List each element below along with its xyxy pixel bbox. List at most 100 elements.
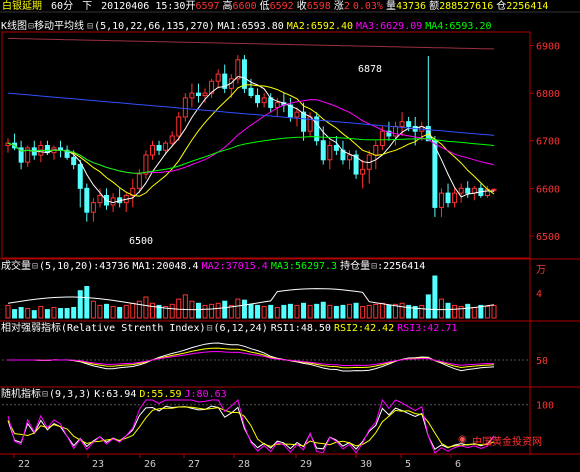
x-tick-label: 23 (92, 459, 104, 470)
volume-bar (117, 307, 123, 319)
vol-indicator-name[interactable]: 成交量 (1, 261, 31, 272)
x-tick-label: 6 (455, 459, 461, 470)
collapse-box-icon[interactable]: ⊟ (32, 261, 38, 272)
rsi-indicator-name[interactable]: 相对强弱指标(Relative Strenth Index) (1, 323, 206, 334)
x-tick-label: 27 (188, 459, 200, 470)
volume-bar (386, 304, 392, 319)
oi-indicator-value: :2256414 (377, 261, 426, 272)
candle-body (195, 92, 201, 97)
rsi3-value: 42.71 (427, 323, 458, 334)
kdj-indicator-name[interactable]: 随机指标 (1, 389, 41, 400)
candle-body (399, 121, 405, 127)
volume-bar (5, 304, 11, 319)
volume-bar (307, 304, 313, 319)
volume-bar (327, 304, 333, 319)
y-tick-label: 6600 (536, 184, 560, 195)
volume-bar (51, 307, 57, 319)
volume-bar (18, 307, 24, 319)
volume-bar (353, 302, 359, 319)
candle-body (274, 102, 280, 108)
rsi-tick-label: 50 (536, 356, 548, 367)
candle-body (333, 145, 339, 151)
volume-bar (215, 302, 221, 319)
candle-body (392, 125, 398, 137)
watermark-logo-icon: ◉ (458, 434, 467, 445)
volume-bar (195, 302, 201, 319)
candle-body (241, 59, 247, 89)
candle-body (189, 92, 195, 99)
volume-bar (136, 300, 142, 319)
volume-bar (169, 303, 175, 319)
vol-ma1-label: MA1: (132, 261, 157, 272)
rsi1-line (8, 342, 495, 372)
volume-bar (110, 305, 116, 319)
volume-bar (261, 305, 267, 319)
volume-bar (465, 303, 471, 319)
candle-body (458, 187, 464, 194)
volume-bar (25, 308, 31, 319)
candle-body (255, 95, 261, 104)
vol-ma3-label: MA3: (270, 261, 295, 272)
j-label: J: (184, 389, 197, 400)
rsi2-line (8, 347, 495, 369)
volume-bar (471, 307, 477, 319)
volume-bar (320, 301, 326, 319)
x-tick-label: 26 (144, 459, 156, 470)
volume-bar (241, 299, 247, 319)
vol-params: (5,10,20) (39, 261, 94, 272)
peak-annotation: 6878 (358, 64, 383, 75)
kdj-title-row: 随机指标⊟(9,3,3) K:63.94 D:55.59 J:80.63 (1, 389, 230, 401)
y-tick-label: 6700 (536, 137, 560, 148)
candle-body (156, 145, 162, 151)
volume-bar (255, 304, 261, 319)
collapse-box-icon[interactable]: ⊟ (207, 323, 213, 334)
candle-body (465, 187, 471, 194)
ma6-line (7, 37, 495, 50)
candle-body (182, 97, 188, 118)
vol-value: :43736 (93, 261, 130, 272)
volume-bar (182, 294, 188, 319)
volume-bar (379, 302, 385, 319)
candle-body (215, 73, 221, 82)
oi-indicator-name[interactable]: 持仓量 (340, 261, 370, 272)
trough-annotation: 6500 (129, 236, 154, 247)
volume-bar (268, 304, 274, 319)
chart-canvas[interactable]: 6500 6600 6700 6800 6900 4 50 100 22 23 26 27 28 29 30… (0, 0, 580, 472)
candle-body (301, 111, 307, 132)
volume-bar (84, 286, 90, 319)
vol-title-row: 成交量⊟(5,10,20):43736 MA1:20048.4 MA2:37015.… (1, 261, 428, 273)
vol-unit: 万 (536, 265, 546, 276)
watermark-text: 中国黄金投资网 (472, 437, 542, 448)
candle-body (294, 111, 300, 118)
collapse-box-icon[interactable]: ⊟ (42, 389, 48, 400)
candle-body (71, 156, 77, 166)
candle-body (406, 121, 412, 127)
k-label: K: (94, 389, 107, 400)
candle-body (445, 192, 451, 204)
candle-body (84, 187, 90, 213)
rsi1-value: 48.50 (300, 323, 331, 334)
candle-body (90, 202, 96, 213)
y-tick-label: 6900 (536, 42, 560, 53)
rsi3-label: RSI3: (397, 323, 428, 334)
volume-bar (64, 308, 70, 319)
volume-bar (491, 304, 497, 319)
vol-ma1-value: 20048.4 (156, 261, 199, 272)
volume-bar (143, 296, 149, 319)
d-value: 55.59 (151, 389, 182, 400)
volume-bar (149, 302, 155, 319)
x-tick-label: 29 (300, 459, 312, 470)
kdj-params: (9,3,3) (49, 389, 92, 400)
volume-bar (373, 303, 379, 319)
volume-bar (438, 298, 444, 319)
x-tick-label: 30 (360, 459, 372, 470)
candle-body (169, 135, 175, 144)
candle-body (176, 116, 182, 137)
volume-bar (130, 302, 136, 319)
volume-bar (287, 303, 293, 319)
volume-bar (222, 300, 228, 319)
candle-body (379, 130, 385, 147)
volume-bar (360, 305, 366, 319)
x-tick-label: 5 (405, 459, 411, 470)
volume-bar (425, 294, 431, 319)
